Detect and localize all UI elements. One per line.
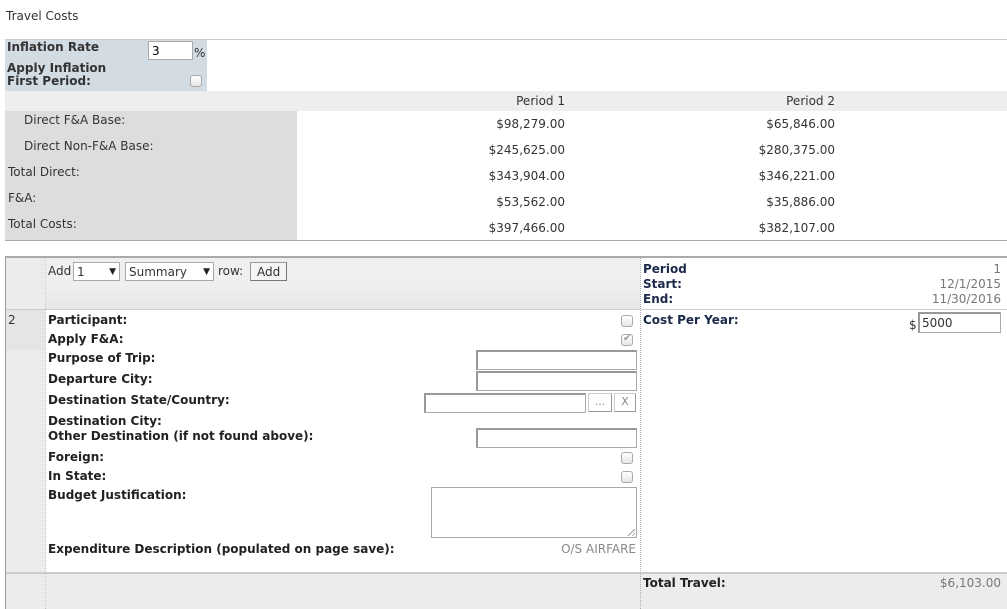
divider (641, 309, 1007, 310)
budget-justification-textarea[interactable] (431, 487, 637, 538)
other-destination-input[interactable] (476, 428, 637, 448)
end-label: End: (643, 292, 674, 306)
summary-row-label: Total Direct: (8, 165, 80, 179)
add-text: Add (48, 264, 72, 278)
summary-row-label: Total Costs: (8, 217, 77, 231)
resize-grip-icon[interactable] (628, 529, 635, 536)
period-value: 1 (993, 262, 1001, 276)
cost-per-year-label: Cost Per Year: (643, 313, 739, 327)
summary-value-period-2: $280,375.00 (758, 143, 835, 157)
row-type-value: Summary (129, 264, 187, 279)
destination-city-label: Destination City: (48, 414, 162, 428)
apply-fa-label: Apply F&A: (48, 332, 124, 346)
summary-value-period-2: $65,846.00 (766, 117, 835, 131)
lookup-button[interactable]: ... (588, 393, 612, 412)
row-text: row: (218, 264, 244, 278)
grid-footer (46, 574, 1007, 609)
summary-row-label: Direct F&A Base: (24, 113, 126, 127)
apply-inflation-label: Apply Inflation First Period: (7, 62, 106, 88)
participant-label: Participant: (48, 313, 128, 327)
summary-row-label: F&A: (8, 191, 37, 205)
start-date-value: 12/1/2015 (939, 277, 1001, 291)
period-2-header: Period 2 (786, 94, 835, 108)
departure-city-label: Departure City: (48, 372, 153, 386)
in-state-checkbox[interactable] (621, 471, 633, 483)
row-count-value: 1 (77, 264, 85, 279)
currency-symbol: $ (909, 318, 917, 332)
budget-justification-label: Budget Justification: (48, 488, 187, 502)
purpose-of-trip-input[interactable] (476, 350, 637, 370)
end-date-value: 11/30/2016 (931, 292, 1001, 306)
expenditure-description-label: Expenditure Description (populated on pa… (48, 542, 395, 556)
total-travel-value: $6,103.00 (939, 576, 1001, 590)
summary-value-period-1: $98,279.00 (496, 117, 565, 131)
apply-inflation-checkbox[interactable] (190, 75, 202, 87)
divider (6, 572, 1007, 574)
grid-column-separator (640, 258, 641, 609)
summary-value-period-1: $245,625.00 (488, 143, 565, 157)
start-label: Start: (643, 277, 682, 291)
period-label: Period (643, 262, 687, 276)
destination-state-label: Destination State/Country: (48, 393, 230, 407)
departure-city-input[interactable] (476, 371, 637, 391)
page-title: Travel Costs (6, 9, 79, 23)
inflation-rate-input[interactable] (148, 41, 193, 60)
summary-value-period-1: $343,904.00 (488, 169, 565, 183)
cost-per-year-input[interactable] (918, 312, 1001, 333)
other-destination-label: Other Destination (if not found above): (48, 429, 314, 443)
divider (5, 240, 1007, 241)
apply-fa-checkbox[interactable] (621, 333, 633, 346)
summary-value-period-2: $346,221.00 (758, 169, 835, 183)
row-type-select[interactable]: Summary ▼ (125, 262, 214, 281)
percent-symbol: % (194, 46, 206, 60)
destination-state-input[interactable] (424, 393, 586, 413)
inflation-rate-label: Inflation Rate (7, 40, 100, 54)
chevron-down-icon: ▼ (203, 266, 210, 277)
purpose-of-trip-label: Purpose of Trip: (48, 351, 156, 365)
grid-column-separator (45, 258, 46, 609)
row-number: 2 (8, 313, 16, 327)
summary-value-period-2: $35,886.00 (766, 195, 835, 209)
in-state-label: In State: (48, 469, 107, 483)
summary-value-period-1: $397,466.00 (488, 221, 565, 235)
clear-button[interactable]: X (614, 393, 636, 412)
chevron-down-icon: ▼ (109, 266, 116, 277)
apply-inflation-label-line2: First Period: (7, 74, 91, 88)
foreign-label: Foreign: (48, 450, 105, 464)
summary-row-label: Direct Non-F&A Base: (24, 139, 154, 153)
participant-checkbox[interactable] (621, 315, 633, 327)
period-1-header: Period 1 (516, 94, 565, 108)
summary-value-period-2: $382,107.00 (758, 221, 835, 235)
divider (6, 309, 640, 310)
add-row-button[interactable]: Add (250, 262, 288, 281)
total-travel-label: Total Travel: (643, 576, 726, 590)
expenditure-description-value: O/S AIRFARE (561, 542, 636, 556)
grid-border (5, 258, 6, 609)
summary-value-period-1: $53,562.00 (496, 195, 565, 209)
foreign-checkbox[interactable] (621, 452, 633, 464)
row-count-select[interactable]: 1 ▼ (73, 262, 120, 281)
